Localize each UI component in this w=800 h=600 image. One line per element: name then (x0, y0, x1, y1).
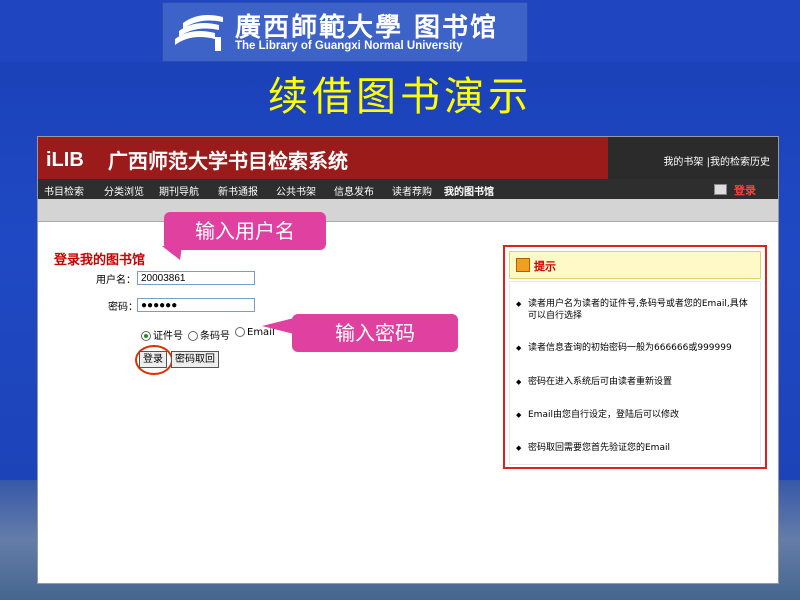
sub-toolbar (38, 199, 778, 222)
nav-item-new-books[interactable]: 新书通报 (218, 183, 258, 198)
callout-password: 输入密码 (292, 314, 458, 352)
password-label: 密码： (108, 302, 138, 313)
slide-title: 续借图书演示 (268, 74, 532, 120)
main-nav: 书目检索 分类浏览 期刊导航 新书通报 公共书架 信息发布 读者荐购 我的图书馆… (38, 179, 778, 199)
book-emblem-icon (175, 15, 223, 51)
nav-item-my-library[interactable]: 我的图书馆 (444, 183, 494, 198)
radio-id-number[interactable]: 证件号 (141, 327, 183, 342)
tip-item: 密码取回需要您首先验证您的Email (516, 442, 748, 454)
browser-screenshot: iLIB 广西师范大学书目检索系统 我的书架 |我的检索历史 书目检索 分类浏览… (37, 136, 779, 584)
nav-item-info[interactable]: 信息发布 (334, 183, 374, 198)
password-input[interactable]: ●●●●●● (137, 298, 255, 312)
tip-panel: 提示 读者用户名为读者的证件号,条码号或者您的Email,具体可以自行选择 读者… (503, 245, 767, 469)
username-label: 用户名： (96, 275, 136, 286)
radio-off-icon (188, 331, 198, 341)
tip-title: 提示 (534, 260, 556, 273)
nav-item-journals[interactable]: 期刊导航 (159, 183, 199, 198)
tip-header: 提示 (509, 251, 761, 279)
tip-body: 读者用户名为读者的证件号,条码号或者您的Email,具体可以自行选择 读者信息查… (509, 281, 761, 465)
ilib-logo: iLIB (46, 149, 84, 171)
tip-item: 读者信息查询的初始密码一般为666666或999999 (516, 342, 748, 354)
radio-off-icon (235, 327, 245, 337)
callout-password-pointer (262, 318, 294, 334)
header-links[interactable]: 我的书架 |我的检索历史 (663, 153, 770, 168)
login-form-title: 登录我的图书馆 (54, 253, 146, 268)
username-input[interactable]: 20003861 (137, 271, 255, 285)
radio-barcode[interactable]: 条码号 (188, 327, 230, 342)
callout-username: 输入用户名 (164, 212, 326, 250)
tip-icon (516, 258, 530, 272)
header-right-panel: 我的书架 |我的检索历史 (608, 137, 778, 179)
nav-item-recommend[interactable]: 读者荐购 (392, 183, 432, 198)
mail-icon (714, 184, 727, 195)
tip-item: 密码在进入系统后可由读者重新设置 (516, 376, 748, 388)
nav-item-search[interactable]: 书目检索 (44, 183, 84, 198)
tip-item: 读者用户名为读者的证件号,条码号或者您的Email,具体可以自行选择 (516, 298, 748, 322)
nav-item-public-shelf[interactable]: 公共书架 (276, 183, 316, 198)
library-logo: 廣西師範大學 图书馆 The Library of Guangxi Normal… (162, 2, 528, 62)
login-link[interactable]: 登录 (734, 182, 756, 198)
logo-english-name: The Library of Guangxi Normal University (235, 40, 463, 52)
tip-item: Email由您自行设定，登陆后可以修改 (516, 409, 748, 421)
radio-on-icon (141, 331, 151, 341)
recover-password-button[interactable]: 密码取回 (171, 351, 219, 368)
logo-chinese-name: 廣西師範大學 图书馆 (235, 13, 499, 43)
app-title: 广西师范大学书目检索系统 (108, 149, 348, 173)
nav-item-browse[interactable]: 分类浏览 (104, 183, 144, 198)
login-button[interactable]: 登录 (139, 351, 167, 368)
